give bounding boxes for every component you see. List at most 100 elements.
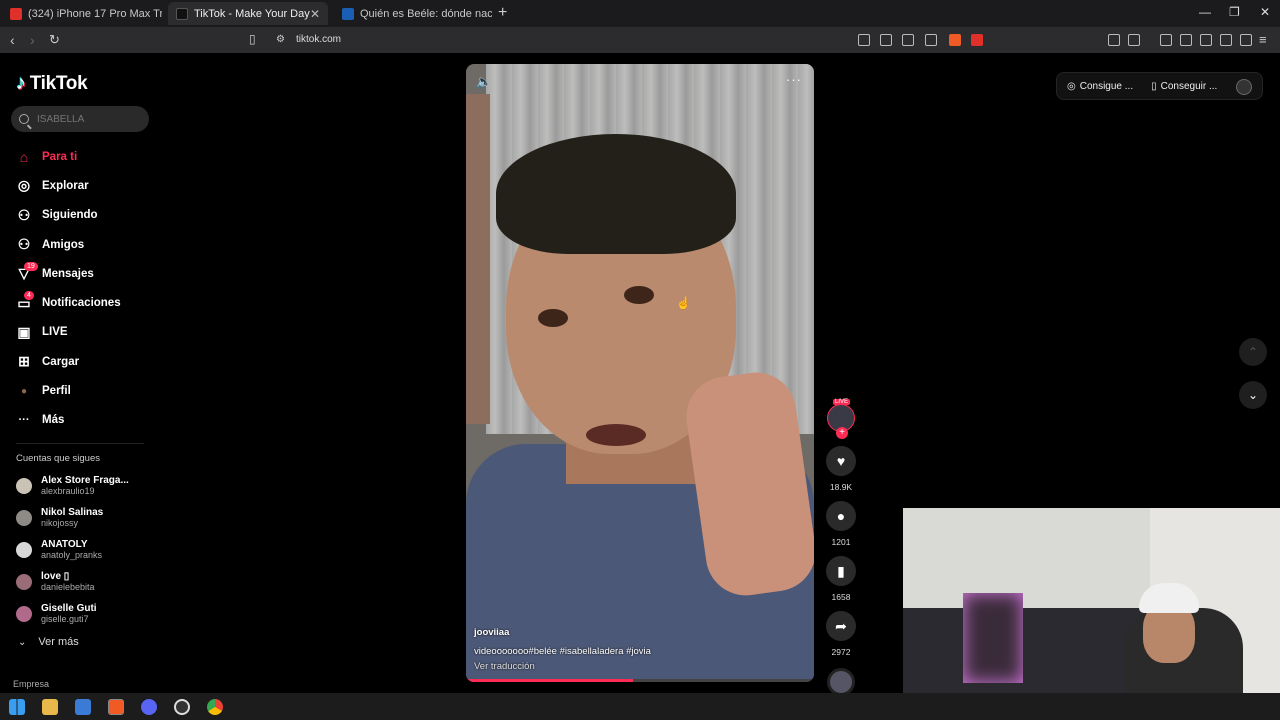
video-hashtags[interactable]: videooooooo#belée #isabellaladera #jovia xyxy=(474,646,651,657)
video-wall xyxy=(466,94,490,424)
chevron-down-icon: ⌄ xyxy=(1247,388,1259,402)
more-options-icon[interactable]: ··· xyxy=(786,72,802,87)
windows-start-icon[interactable] xyxy=(9,698,25,715)
wallet-icon[interactable] xyxy=(1200,34,1212,46)
brave-shield-icon[interactable] xyxy=(949,34,961,46)
following-account[interactable]: Nikol Salinas nikojossy xyxy=(16,502,129,534)
following-account[interactable]: ANATOLY anatoly_pranks xyxy=(16,534,129,566)
sidebar-item-siguiendo[interactable]: ⚇ Siguiendo xyxy=(16,201,121,230)
file-explorer-icon[interactable] xyxy=(42,698,58,715)
translate-icon[interactable] xyxy=(902,34,914,46)
see-more-button[interactable]: ⌄ Ver más xyxy=(18,636,79,648)
share-button[interactable]: ➦ xyxy=(826,611,856,641)
video-author[interactable]: jooviiaa xyxy=(474,627,651,638)
creator-avatar[interactable]: LIVE + xyxy=(827,399,855,439)
video-player[interactable]: 🔈 ··· jooviiaa videooooooo#belée #isabel… xyxy=(466,64,814,682)
brave-browser-icon[interactable] xyxy=(108,698,124,715)
sidebar-item-amigos[interactable]: ⚇ Amigos xyxy=(16,230,121,259)
previous-video-button[interactable]: ⌃ xyxy=(1239,338,1267,366)
store-icon[interactable] xyxy=(75,698,91,715)
sidebar-item-label: Explorar xyxy=(42,179,89,192)
minimize-button[interactable]: — xyxy=(1199,5,1211,19)
tab-tiktok[interactable]: TikTok - Make Your Day ✕ xyxy=(168,2,328,25)
volume-icon[interactable]: 🔈 xyxy=(476,74,492,90)
sidebar-item-label: Cargar xyxy=(42,355,80,368)
chrome-icon[interactable] xyxy=(207,698,223,715)
cast-icon[interactable] xyxy=(880,34,892,46)
comment-button[interactable]: ● xyxy=(826,501,856,531)
sidebar-item-perfil[interactable]: ● Perfil xyxy=(16,376,121,405)
comment-count: 1201 xyxy=(831,537,851,547)
webcam-overlay xyxy=(903,508,1280,693)
live-badge: LIVE xyxy=(833,399,851,405)
tab-search-icon[interactable] xyxy=(1128,34,1140,46)
extensions-icon[interactable] xyxy=(1108,34,1120,46)
share-icon[interactable] xyxy=(925,34,937,46)
tiktok-logo[interactable]: ♪ TikTok xyxy=(16,72,88,95)
back-icon[interactable]: ‹ xyxy=(10,32,15,48)
account-username: alexbraulio19 xyxy=(41,486,95,496)
sidebar-item-para-ti[interactable]: ⌂ Para ti xyxy=(16,142,121,171)
sidebar-item-mas[interactable]: ··· Más xyxy=(16,406,121,435)
following-account[interactable]: love ▯ danielebebita xyxy=(16,566,129,598)
following-account[interactable]: Alex Store Fraga... alexbraulio19 xyxy=(16,470,129,502)
video-progress-bar[interactable] xyxy=(466,679,814,682)
video-person-mouth xyxy=(586,424,646,446)
share-arrow-icon: ➦ xyxy=(835,617,847,634)
new-tab-button[interactable]: + xyxy=(498,4,507,22)
see-translation-link[interactable]: Ver traducción xyxy=(474,661,651,672)
discord-icon[interactable] xyxy=(141,698,157,715)
site-icon xyxy=(342,7,354,20)
search-icon xyxy=(19,114,29,124)
obs-icon[interactable] xyxy=(174,698,190,715)
account-name: Giselle Guti xyxy=(41,603,97,614)
menu-icon[interactable]: ≡ xyxy=(1259,32,1267,47)
notifications-icon: ▭ 4 xyxy=(16,291,34,311)
close-window-button[interactable]: ✕ xyxy=(1260,5,1270,19)
close-tab-icon[interactable]: ✕ xyxy=(310,7,320,21)
music-icon[interactable] xyxy=(1160,34,1172,46)
next-video-button[interactable]: ⌄ xyxy=(1239,381,1267,409)
leo-ai-icon[interactable] xyxy=(1220,34,1232,46)
site-info-icon[interactable]: ⚙ xyxy=(276,34,285,45)
following-account[interactable]: Giselle Guti giselle.guti7 xyxy=(16,598,129,630)
tab-article[interactable]: Quién es Beéle: dónde nació, estatura xyxy=(334,2,492,25)
music-disc-icon[interactable] xyxy=(827,668,855,696)
webcam-pc-case xyxy=(963,593,1023,683)
messages-badge: 19 xyxy=(24,261,38,271)
sidebar-item-label: Perfil xyxy=(42,385,71,398)
media-off-icon[interactable] xyxy=(858,34,870,46)
friends-icon: ⚇ xyxy=(17,236,31,253)
footer-link[interactable]: Empresa xyxy=(13,679,49,689)
search-input[interactable] xyxy=(37,113,137,125)
sidebar-item-explorar[interactable]: ◎ Explorar xyxy=(16,171,121,200)
follow-plus-icon[interactable]: + xyxy=(836,427,848,439)
more-icon: ··· xyxy=(18,414,30,427)
like-count: 18.9K xyxy=(829,482,853,492)
get-app-button[interactable]: ▯ Conseguir ... xyxy=(1151,81,1217,92)
reload-icon[interactable]: ↻ xyxy=(49,32,60,48)
tiktok-note-icon: ♪ xyxy=(16,72,26,94)
brave-rewards-icon[interactable] xyxy=(971,34,983,46)
comment-icon: ● xyxy=(836,508,846,524)
sidebar-item-label: Amigos xyxy=(42,238,85,251)
sidebar-item-notificaciones[interactable]: ▭ 4 Notificaciones xyxy=(16,288,121,317)
save-button[interactable]: ▮ xyxy=(826,556,856,586)
url-field[interactable]: tiktok.com xyxy=(296,34,341,45)
search-box[interactable] xyxy=(11,106,149,132)
tab-youtube[interactable]: (324) iPhone 17 Pro Max Trailer Look xyxy=(2,2,162,25)
sidebar-item-cargar[interactable]: ⊞ Cargar xyxy=(16,347,121,376)
like-button[interactable]: ♥ xyxy=(826,446,856,476)
profile-avatar[interactable] xyxy=(1236,79,1252,95)
account-username: danielebebita xyxy=(41,582,95,592)
restore-button[interactable]: ❐ xyxy=(1229,5,1240,19)
get-coins-button[interactable]: ◎ Consigue ... xyxy=(1067,81,1133,92)
bookmark-icon[interactable]: ▯ xyxy=(249,32,256,46)
address-bar: ‹ › ↻ ▯ ⚙ tiktok.com ≡ xyxy=(0,27,1280,53)
vpn-icon[interactable] xyxy=(1240,34,1252,46)
sidebar-item-live[interactable]: ▣ LIVE xyxy=(16,318,121,347)
forward-icon[interactable]: › xyxy=(30,32,35,48)
sidebar-item-label: Mensajes xyxy=(42,267,94,280)
sidebar-item-mensajes[interactable]: ▽ 19 Mensajes xyxy=(16,259,121,288)
sidebar-icon[interactable] xyxy=(1180,34,1192,46)
